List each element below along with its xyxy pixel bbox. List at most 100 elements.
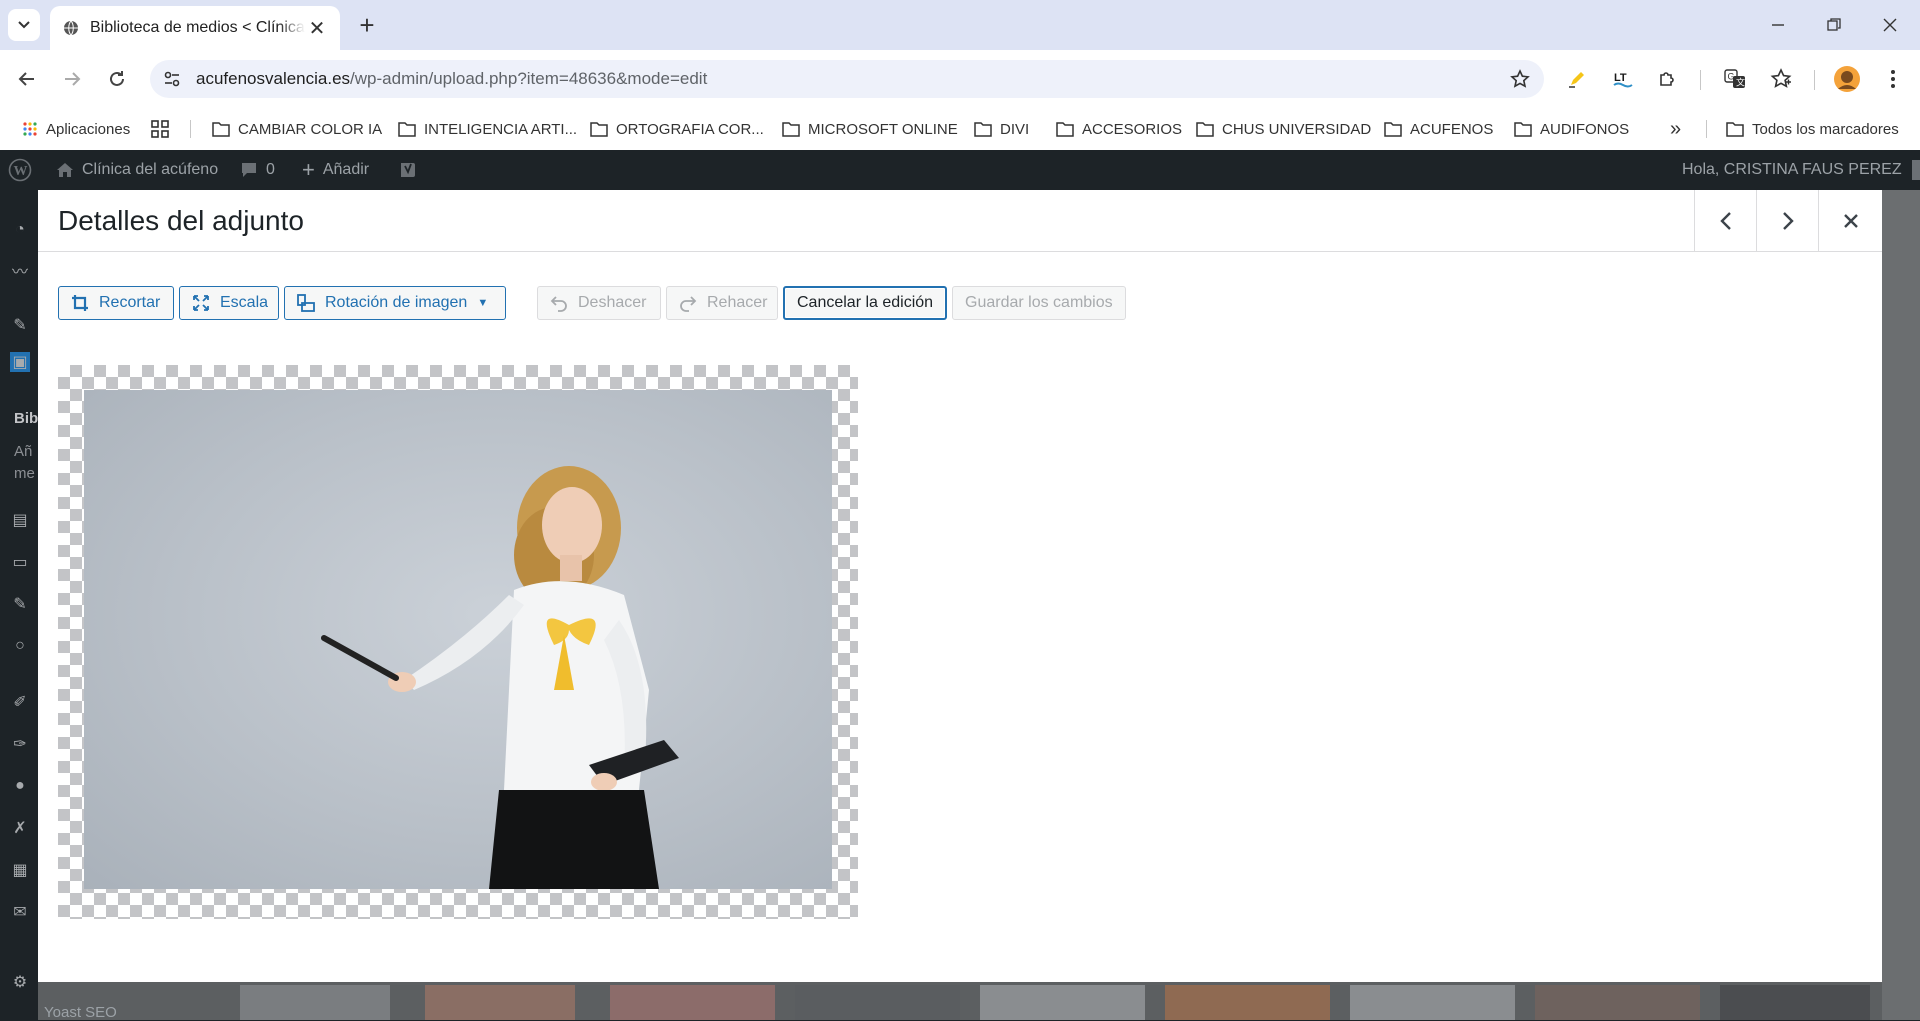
bookmark-folder-ortografia[interactable]: ORTOGRAFIA COR...: [590, 108, 764, 150]
reload-icon[interactable]: [100, 62, 134, 96]
folder-icon: [782, 121, 800, 137]
bookmark-folder-cambiar-color-ia[interactable]: CAMBIAR COLOR IA: [212, 108, 382, 150]
bookmark-folder-audifonos[interactable]: AUDIFONOS: [1514, 108, 1629, 150]
bookmark-folder-accesorios[interactable]: ACCESORIOS: [1056, 108, 1182, 150]
chrome-menu-kebab-icon[interactable]: [1876, 62, 1910, 96]
folder-icon: [1514, 121, 1532, 137]
save-changes-button[interactable]: Guardar los cambios: [952, 286, 1126, 320]
analytics-icon: 〰: [11, 264, 28, 281]
media-thumbnail: [1535, 985, 1700, 1020]
appearance-icon: ✐: [13, 694, 27, 711]
chevron-left-icon: [1719, 211, 1731, 230]
media-icon: ▣: [10, 352, 30, 372]
circle-icon: ○: [15, 637, 25, 654]
browser-tab-active[interactable]: Biblioteca de medios < Clínica del acúfe…: [50, 6, 340, 50]
close-window-icon[interactable]: [1870, 8, 1910, 42]
bookmark-folder-chus-universidad[interactable]: CHUS UNIVERSIDAD: [1196, 108, 1371, 150]
sidebar-label-partial: me: [14, 465, 35, 482]
dashboard-icon: ◔: [15, 221, 25, 238]
caret-down-icon: ▼: [477, 297, 489, 309]
image-rotation-dropdown[interactable]: Rotación de imagen ▼: [284, 286, 506, 320]
bookmark-label: Todos los marcadores: [1752, 120, 1899, 138]
pin-icon: ✎: [13, 317, 27, 334]
bookmark-label: CAMBIAR COLOR IA: [238, 120, 383, 138]
url-text[interactable]: acufenosvalencia.es/wp-admin/upload.php?…: [196, 69, 707, 89]
bookmarks-bar: Aplicaciones CAMBIAR COLOR IA INTELIGENC…: [0, 108, 1920, 150]
woman-with-pen-and-tablet-photo: [321, 466, 679, 889]
comments-icon: ▭: [12, 554, 28, 571]
bookmark-star-icon[interactable]: [1508, 67, 1532, 91]
highlighter-extension-icon[interactable]: [1560, 62, 1594, 96]
translate-icon[interactable]: G文: [1718, 62, 1752, 96]
admin-bar-site-link[interactable]: Clínica del acúfeno: [56, 150, 218, 190]
folder-icon: [1056, 121, 1074, 137]
bookmark-label: INTELIGENCIA ARTI...: [424, 120, 578, 138]
media-thumbnail: [1720, 985, 1870, 1020]
close-icon: [1843, 213, 1858, 228]
attachment-image: [84, 390, 832, 889]
bookmark-label: ACCESORIOS: [1082, 120, 1183, 138]
tab-title: Biblioteca de medios < Clínica del acúfe…: [90, 19, 305, 36]
site-info-tune-icon[interactable]: [160, 67, 184, 91]
profile-avatar[interactable]: [1830, 62, 1864, 96]
toolbar-separator: [1700, 70, 1701, 90]
globe-icon: [62, 19, 80, 37]
users-icon: ●: [15, 777, 25, 794]
cancel-edit-button[interactable]: Cancelar la edición: [783, 286, 947, 320]
languagetool-extension-icon[interactable]: LT: [1606, 62, 1640, 96]
bookmark-folder-microsoft-online[interactable]: MICROSOFT ONLINE: [782, 108, 958, 150]
greeting-text: Hola, CRISTINA FAUS PEREZ: [1682, 161, 1902, 178]
sidebar-yoast-label: Yoast SEO: [44, 1004, 117, 1021]
reading-list-star-icon[interactable]: [1764, 62, 1798, 96]
undo-button[interactable]: Deshacer: [537, 286, 661, 320]
admin-bar-comments[interactable]: 0: [240, 150, 275, 190]
tab-groups-grid-icon[interactable]: [150, 108, 170, 150]
admin-bar-add-new[interactable]: + Añadir: [302, 150, 369, 190]
tab-search-menu-button[interactable]: [8, 9, 40, 41]
yoast-seo-icon[interactable]: [398, 150, 418, 190]
wordpress-logo-icon[interactable]: W: [8, 150, 32, 190]
mail-icon: ✉: [13, 904, 27, 921]
svg-text:LT: LT: [1614, 72, 1627, 84]
next-attachment-button[interactable]: [1756, 190, 1818, 251]
admin-bar-account[interactable]: Hola, CRISTINA FAUS PEREZ: [1682, 150, 1920, 190]
image-edit-canvas[interactable]: [58, 365, 858, 919]
previous-attachment-button[interactable]: [1694, 190, 1756, 251]
undo-label: Deshacer: [578, 294, 647, 311]
folder-icon: [974, 121, 992, 137]
crop-button[interactable]: Recortar: [58, 286, 174, 320]
url-host: acufenosvalencia.es: [196, 69, 351, 88]
url-path: /wp-admin/upload.php?item=48636&mode=edi…: [350, 69, 708, 88]
redo-button[interactable]: Rehacer: [666, 286, 778, 320]
plus-icon: +: [302, 157, 315, 182]
scale-button[interactable]: Escala: [179, 286, 279, 320]
back-arrow-icon[interactable]: [10, 62, 44, 96]
forward-arrow-icon[interactable]: [55, 62, 89, 96]
add-new-label: Añadir: [322, 161, 370, 178]
bookmark-folder-acufenos[interactable]: ACUFENOS: [1384, 108, 1493, 150]
address-bar[interactable]: acufenosvalencia.es/wp-admin/upload.php?…: [150, 60, 1544, 98]
close-modal-button[interactable]: [1818, 190, 1882, 251]
bookmarks-overflow-chevron-icon[interactable]: »: [1670, 108, 1681, 150]
settings-icon: ▦: [12, 862, 28, 879]
new-tab-plus-icon[interactable]: +: [352, 10, 382, 40]
bookmark-folder-inteligencia-artificial[interactable]: INTELIGENCIA ARTI...: [398, 108, 577, 150]
minimize-window-icon[interactable]: [1758, 8, 1798, 42]
home-icon: [56, 161, 74, 179]
user-avatar: [1911, 160, 1920, 180]
extensions-puzzle-icon[interactable]: [1650, 62, 1684, 96]
folder-icon: [212, 121, 230, 137]
bookmark-all-bookmarks[interactable]: Todos los marcadores: [1726, 108, 1899, 150]
tools-icon: ✗: [13, 820, 27, 837]
bookmark-folder-divi[interactable]: DIVI: [974, 108, 1029, 150]
crop-label: Recortar: [99, 294, 161, 311]
admin-sidebar-dimmed: ◔ 〰 ✎ ▣ Bib Añ me ▤ ▭ ✎ ○ ✐ ✑ ● ✗ ▦ ✉ ⚙: [0, 190, 38, 1020]
svg-text:文: 文: [1736, 77, 1745, 88]
restore-window-icon[interactable]: [1814, 8, 1854, 42]
bookmark-apps[interactable]: Aplicaciones: [22, 108, 130, 150]
page-title: Detalles del adjunto: [58, 205, 304, 236]
gear-icon: ⚙: [12, 974, 28, 991]
modal-header: Detalles del adjunto: [38, 190, 1882, 252]
tab-close-icon[interactable]: ✕: [306, 16, 328, 41]
bookmark-label: AUDIFONOS: [1540, 120, 1630, 138]
